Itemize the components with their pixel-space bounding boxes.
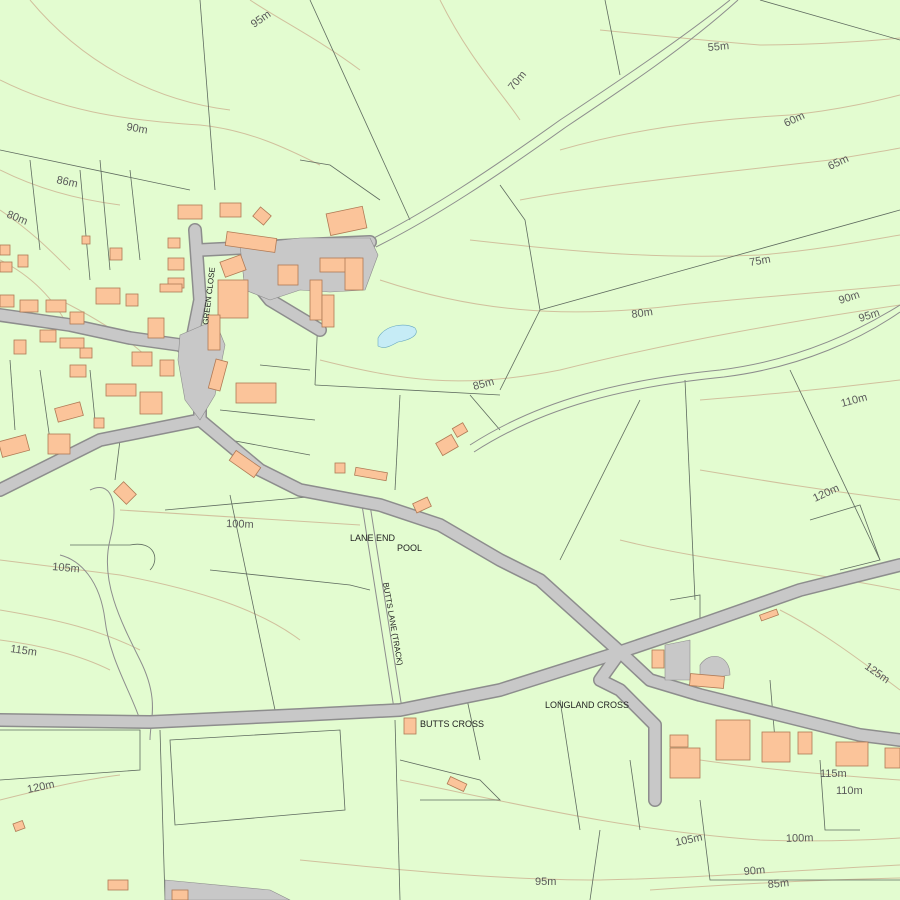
building: [159, 359, 175, 377]
building: [125, 293, 139, 307]
building: [45, 299, 67, 313]
building: [334, 462, 346, 474]
building: [219, 202, 242, 218]
contour-label: 90m: [743, 864, 765, 878]
place-label-lane-end: LANE END: [350, 533, 396, 543]
building: [689, 673, 725, 689]
map-canvas[interactable]: 95m 55m 70m 60m 90m 65m 86m 80m 75m 90m …: [0, 0, 900, 900]
building: [17, 254, 29, 268]
building: [669, 747, 701, 779]
building: [167, 237, 181, 249]
building: [81, 235, 91, 245]
building: [69, 311, 85, 325]
place-label-longland-cross: LONGLAND CROSS: [545, 700, 629, 710]
building: [0, 244, 11, 256]
building: [797, 731, 813, 755]
building: [344, 257, 364, 291]
building: [651, 649, 665, 669]
building: [109, 247, 123, 261]
contour-label: 55m: [707, 40, 729, 54]
place-label-butts-cross: BUTTS CROSS: [420, 719, 484, 729]
contour-label: 100m: [786, 832, 814, 845]
building: [39, 329, 57, 343]
building: [177, 204, 203, 220]
contour-label: 85m: [767, 877, 789, 891]
map[interactable]: 95m 55m 70m 60m 90m 65m 86m 80m 75m 90m …: [0, 0, 900, 900]
longland-yard: [664, 639, 691, 681]
building: [321, 294, 335, 328]
building: [47, 433, 71, 455]
contour-label: 115m: [820, 768, 847, 780]
building: [669, 734, 689, 748]
building: [0, 261, 13, 273]
building: [884, 747, 900, 769]
building: [761, 731, 791, 763]
building: [139, 391, 163, 415]
building: [403, 717, 417, 735]
building: [171, 889, 189, 900]
building: [59, 337, 85, 349]
building: [13, 339, 27, 355]
building: [0, 294, 15, 308]
contour-label: 100m: [226, 518, 254, 531]
building: [309, 279, 323, 321]
building: [277, 264, 299, 286]
building: [105, 383, 137, 397]
place-label-pool: POOL: [397, 543, 422, 553]
building: [131, 351, 153, 367]
building: [93, 417, 105, 429]
building: [79, 347, 93, 359]
contour-label: 105m: [52, 561, 80, 575]
building: [235, 382, 277, 404]
building: [19, 299, 39, 313]
building: [217, 279, 249, 319]
contour-label: 110m: [836, 785, 863, 797]
building: [715, 719, 751, 761]
building: [95, 287, 121, 305]
contour-label: 95m: [535, 876, 556, 888]
building: [147, 317, 165, 339]
building: [159, 283, 183, 293]
building: [107, 879, 129, 891]
building: [69, 364, 87, 378]
building: [167, 257, 185, 271]
building: [835, 741, 869, 767]
